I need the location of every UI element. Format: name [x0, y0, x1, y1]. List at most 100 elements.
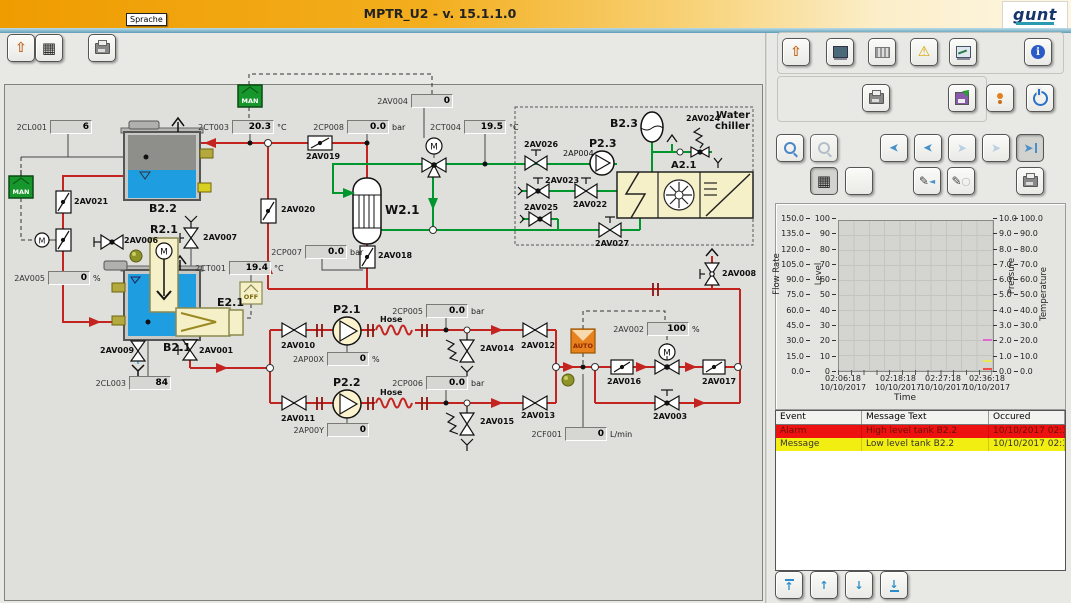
print-chart-button[interactable]: [1016, 167, 1044, 195]
gray-circle-icon: ◯: [962, 177, 971, 186]
valve-2AV010[interactable]: [282, 323, 306, 337]
expansion-vessel-B2.3: [641, 112, 663, 142]
display-2AV004[interactable]: 2AV0040: [372, 94, 456, 108]
event-scroll-down-button[interactable]: ↓: [845, 571, 873, 599]
y-tick-label: 30: [811, 321, 836, 330]
column-event[interactable]: Event: [776, 411, 862, 424]
gunt-logo-underline: [1016, 22, 1054, 25]
up-icon: ↑: [819, 580, 828, 591]
valve-2AV017[interactable]: [703, 360, 725, 374]
process-screen-button[interactable]: [826, 38, 854, 66]
event-cell: Low level tank B2.2: [862, 438, 989, 451]
event-scroll-up-button[interactable]: ↑: [810, 571, 838, 599]
column-message-text[interactable]: Message Text: [862, 411, 989, 424]
event-scroll-top-button[interactable]: ↑: [775, 571, 803, 599]
display-2AV005[interactable]: 2AV0050%: [9, 271, 101, 285]
valve-2AV011[interactable]: [282, 396, 306, 410]
tag-2AV014: 2AV014: [480, 344, 514, 353]
tag-2AV023: 2AV023: [545, 176, 579, 185]
valve-2AV006[interactable]: [94, 235, 123, 249]
exit-screen-button-2[interactable]: ⇧: [782, 38, 810, 66]
y-tick-label: 50: [811, 290, 836, 299]
y-tick-label: 150.0: [778, 214, 810, 223]
event-row[interactable]: AlarmHigh level tank B2.210/10/2017 02:3…: [776, 425, 1065, 438]
label-man-top: MAN: [238, 97, 262, 105]
tag-2AV021: 2AV021: [74, 197, 108, 206]
status-ball-1: [130, 250, 142, 262]
event-scroll-bottom-button[interactable]: ↓: [880, 571, 908, 599]
scroll-left-fast-button[interactable]: ➤: [880, 134, 908, 162]
display-2AP00Y[interactable]: 2AP00Y0: [288, 423, 372, 437]
display-2AP00X[interactable]: 2AP00X0%: [288, 352, 380, 366]
label-W2.1: W2.1: [385, 203, 420, 217]
valve-2AV026[interactable]: [525, 150, 547, 170]
save-export-button[interactable]: [948, 84, 976, 112]
column-occured[interactable]: Occured: [989, 411, 1065, 424]
language-tooltip: Sprache: [126, 13, 167, 26]
x-tick-label: 02:36:1810/10/2017: [958, 374, 1016, 392]
blank-toggle-button[interactable]: [845, 167, 873, 195]
pump-P2.1[interactable]: [333, 317, 361, 345]
power-exit-button[interactable]: [1026, 84, 1054, 112]
three-way-valve[interactable]: [422, 158, 446, 177]
stirrer-R2.1[interactable]: M: [150, 238, 178, 312]
valve-2AV020[interactable]: [261, 199, 276, 223]
valve-2AV012[interactable]: [523, 323, 547, 337]
zoom-in-icon: [784, 142, 796, 154]
to-top-icon: ↑: [784, 579, 793, 592]
scroll-left-button[interactable]: ➤: [914, 134, 942, 162]
app-window: MPTR_U2 - v. 15.1.1.0 gunt Sprache ⇧ ▦: [0, 0, 1071, 603]
valve-2AV007[interactable]: [180, 216, 198, 248]
event-cell: 10/10/2017 02:36:23: [989, 425, 1065, 438]
pump-P2.2[interactable]: [333, 390, 361, 418]
grid-icon: ▦: [817, 174, 831, 189]
login-button[interactable]: [986, 84, 1014, 112]
tag-2AV012: 2AV012: [521, 341, 555, 350]
trend-monitor-icon: [956, 46, 971, 58]
valve-2AV013[interactable]: [523, 396, 547, 410]
y-axis-level: 1009080706050403020100: [811, 214, 836, 376]
gunt-logo-text: gunt: [1013, 7, 1057, 22]
blue-arrow-icon: ◄: [929, 177, 935, 186]
curve-edit-gray-button[interactable]: ✎◯: [947, 167, 975, 195]
valve-2AV019[interactable]: [308, 136, 332, 150]
y-tick-label: 80.0: [1014, 245, 1052, 254]
display-2CT001: 2CT00119.4°C: [190, 261, 284, 275]
valve-2AV025[interactable]: [520, 212, 551, 226]
pen-icon: ✎: [951, 175, 961, 187]
alarm-screen-button[interactable]: ⚠: [910, 38, 938, 66]
display-2CP008: 2CP0080.0bar: [308, 120, 405, 134]
keypad-screen-button[interactable]: [868, 38, 896, 66]
y-tick-label: 20.0: [1014, 336, 1052, 345]
axis-label-time: Time: [875, 393, 935, 403]
valve-2AV016[interactable]: [611, 360, 633, 374]
zoom-in-button[interactable]: [776, 134, 804, 162]
left-arrow-icon: ➤: [889, 142, 899, 154]
y-tick-label: 70: [811, 260, 836, 269]
print-report-button[interactable]: [862, 84, 890, 112]
heater-E2.1[interactable]: [176, 308, 243, 336]
display-2AV002[interactable]: 2AV002100%: [608, 322, 700, 336]
scroll-to-end-button[interactable]: ➤: [1016, 134, 1044, 162]
valve-2AV008[interactable]: [700, 249, 719, 285]
valve-2AV027[interactable]: [599, 217, 621, 237]
zoom-out-button[interactable]: [810, 134, 838, 162]
relief-valve-2AV015[interactable]: [446, 407, 474, 451]
trend-plot-area[interactable]: [838, 220, 994, 372]
event-table[interactable]: Event Message Text Occured AlarmHigh lev…: [775, 410, 1066, 571]
scroll-right-button[interactable]: ➤: [948, 134, 976, 162]
scroll-right-fast-button[interactable]: ➤: [982, 134, 1010, 162]
event-row[interactable]: MessageLow level tank B2.210/10/2017 02:…: [776, 438, 1065, 451]
y-tick-label: 80: [811, 245, 836, 254]
valve-2AV002-motor[interactable]: [655, 360, 679, 374]
tag-2AV010: 2AV010: [281, 341, 315, 350]
relief-valve-2AV014[interactable]: [446, 334, 474, 378]
status-ball-2-hl: [564, 376, 568, 380]
event-table-header[interactable]: Event Message Text Occured: [776, 411, 1065, 425]
valve-2AV003[interactable]: [655, 390, 679, 410]
trend-screen-button[interactable]: [949, 38, 977, 66]
info-button[interactable]: i: [1024, 38, 1052, 66]
grid-toggle-button[interactable]: ▦: [810, 167, 838, 195]
series-marker: [983, 360, 992, 362]
curve-edit-button[interactable]: ✎◄: [913, 167, 941, 195]
